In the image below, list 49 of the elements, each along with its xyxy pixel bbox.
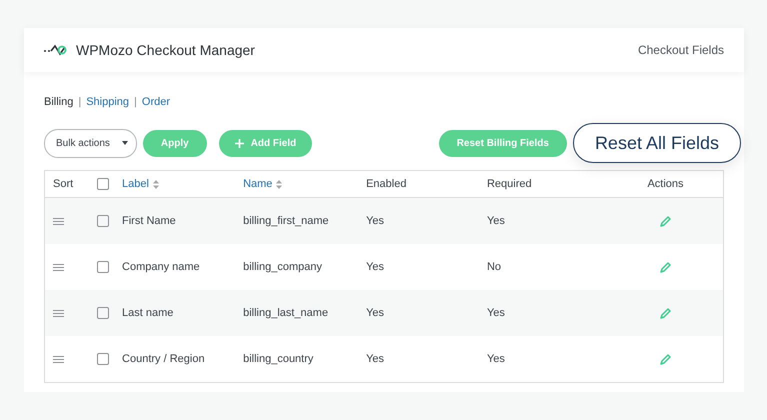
table-cell: Yes	[486, 215, 505, 227]
section-tab[interactable]: Billing	[44, 96, 74, 108]
drag-handle-icon[interactable]	[53, 264, 64, 271]
column-header: Required	[486, 178, 532, 190]
column-header: Actions	[647, 178, 684, 190]
plus-icon	[234, 138, 244, 148]
table-cell: Yes	[366, 307, 384, 319]
table-cell: Yes	[366, 353, 384, 365]
table-cell: Yes	[486, 307, 505, 319]
checkout-fields-link[interactable]: Checkout Fields	[638, 43, 724, 57]
table-cell: billing_last_name	[243, 307, 328, 319]
table-cell: No	[486, 261, 502, 273]
caret-icon	[122, 141, 128, 145]
drag-handle-icon[interactable]	[53, 218, 64, 225]
table-cell: billing_company	[243, 261, 322, 273]
row-checkbox[interactable]	[97, 215, 110, 227]
table-cell: First Name	[122, 215, 176, 227]
logo-icon	[44, 44, 68, 56]
row-checkbox[interactable]	[97, 307, 110, 319]
row-checkbox[interactable]	[97, 353, 110, 365]
table-cell: Country / Region	[122, 353, 205, 365]
edit-icon[interactable]	[660, 308, 671, 319]
app-title: WPMozo Checkout Manager	[76, 42, 255, 58]
table-cell: billing_country	[243, 353, 314, 365]
table-cell: Company name	[122, 261, 200, 273]
tab-separator: |	[78, 96, 82, 108]
table-cell: billing_first_name	[243, 215, 329, 227]
table-cell: Yes	[486, 353, 505, 365]
sort-icon	[276, 180, 282, 188]
bulk-actions-dropdown[interactable]: Bulk actions	[44, 128, 137, 158]
edit-icon[interactable]	[660, 262, 671, 273]
table-cell: Yes	[366, 215, 384, 227]
column-header: Sort	[53, 178, 74, 190]
row-checkbox[interactable]	[97, 261, 110, 273]
table-cell: Last name	[122, 307, 174, 319]
table-cell: Yes	[366, 261, 384, 273]
column-header: Enabled	[366, 178, 406, 190]
tab-separator: |	[134, 96, 137, 108]
section-tab[interactable]: Order	[142, 96, 170, 108]
reset-all-fields-button[interactable]: Reset All Fields	[572, 123, 741, 163]
edit-icon[interactable]	[660, 216, 671, 227]
sortable-column-header[interactable]: Name	[243, 178, 282, 190]
sortable-column-header[interactable]: Label	[122, 178, 159, 190]
select-all-checkbox[interactable]	[97, 178, 110, 190]
drag-handle-icon[interactable]	[53, 356, 64, 363]
section-tab[interactable]: Shipping	[86, 96, 130, 108]
sort-icon	[152, 180, 159, 188]
drag-handle-icon[interactable]	[53, 310, 64, 317]
edit-icon[interactable]	[660, 354, 671, 365]
